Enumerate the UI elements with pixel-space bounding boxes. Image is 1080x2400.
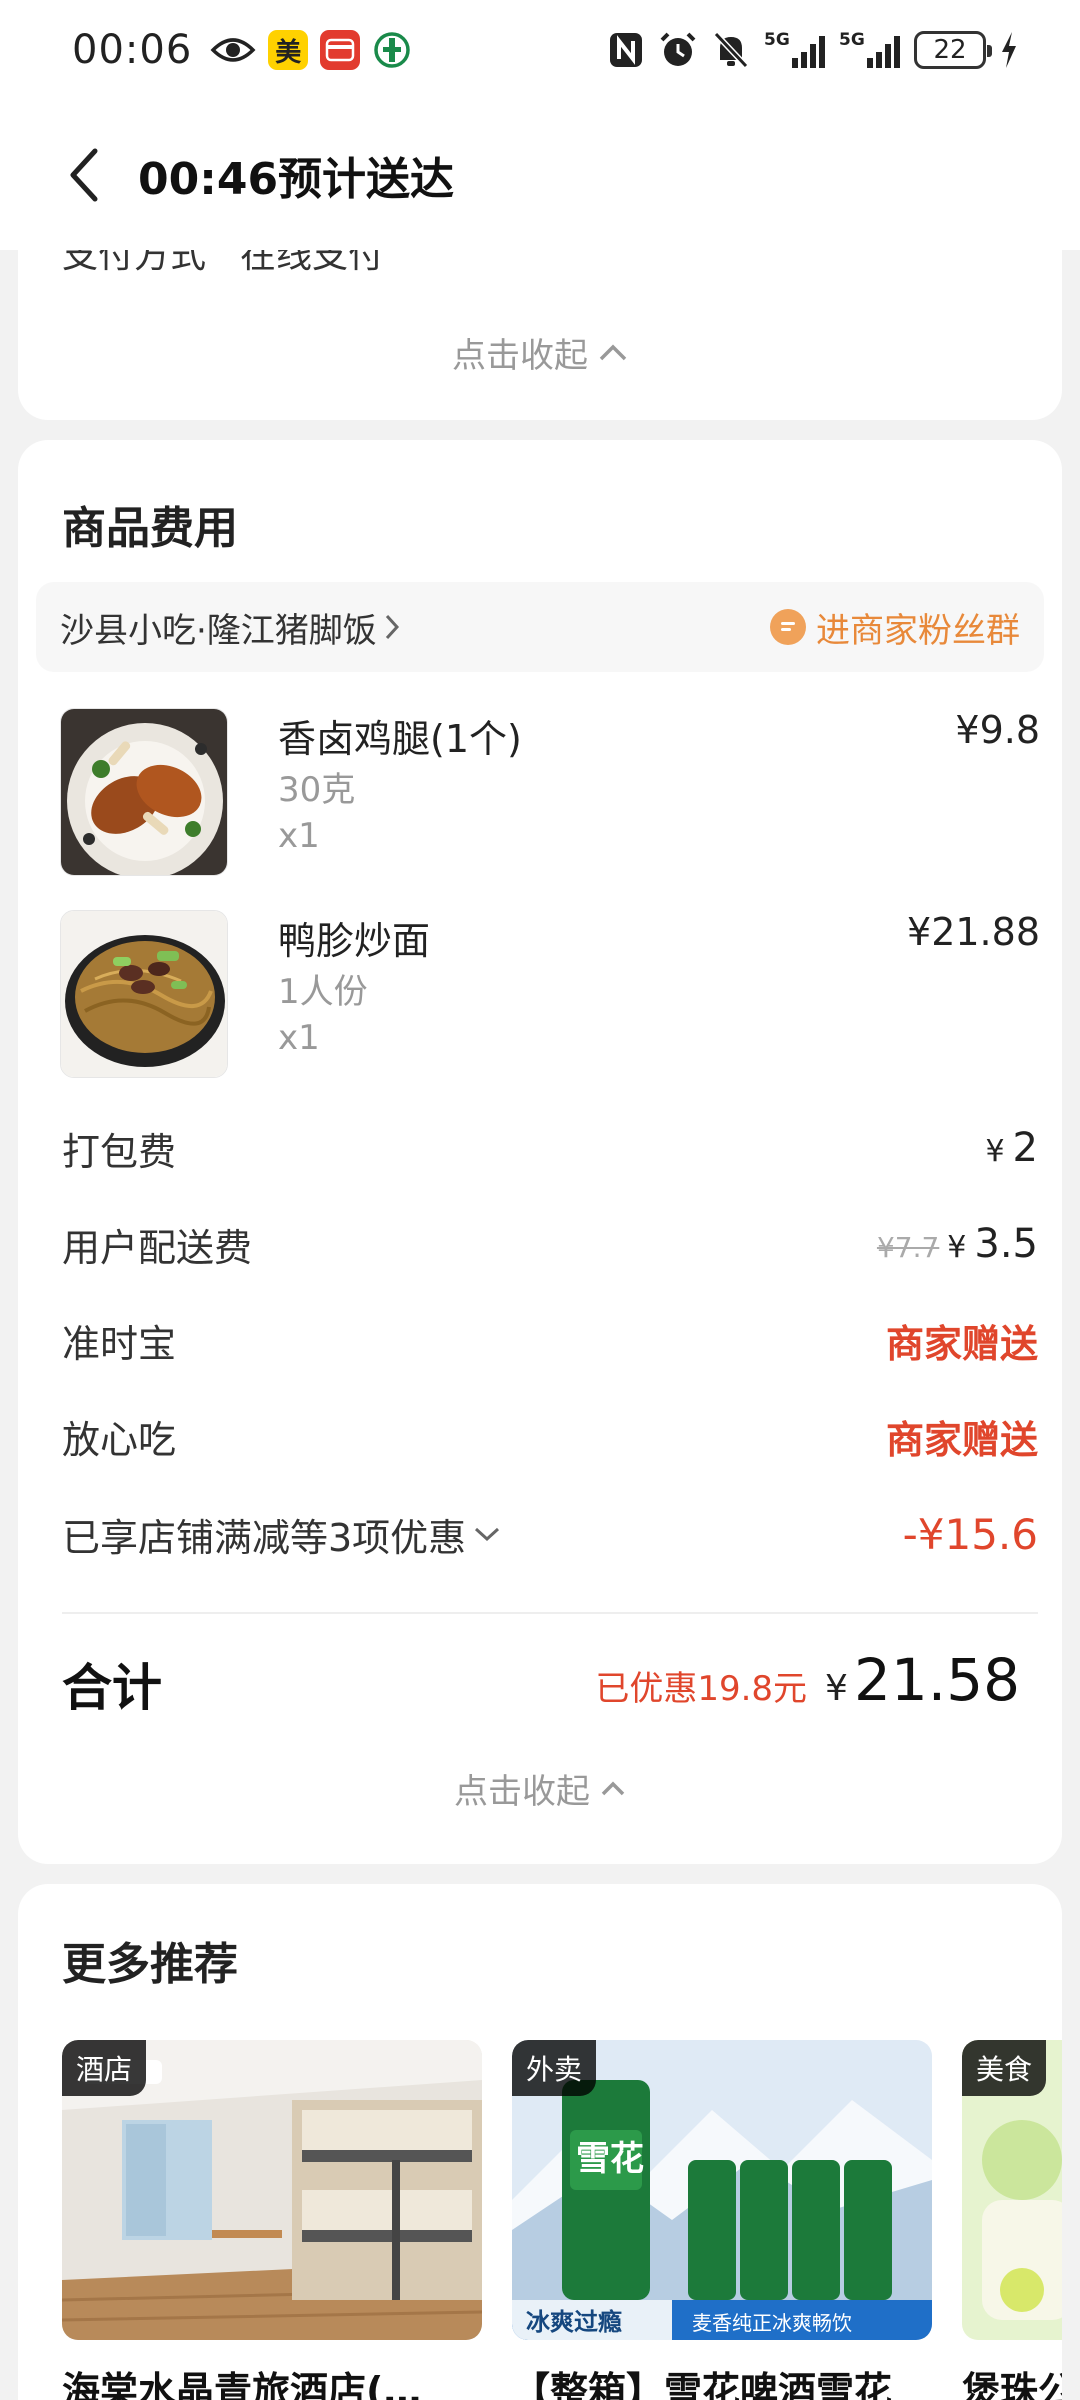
total-summary: 已优惠19.8元 ¥21.58 bbox=[595, 1646, 1020, 1714]
item-name: 鸭胗炒面 bbox=[278, 919, 431, 963]
meituan-app-icon: 美 bbox=[268, 30, 309, 70]
recommend-list[interactable]: 酒店 海棠水晶青旅酒店(… 外卖 冰爽过瘾 麦香纯正冰爽畅饮 雪花 【整箱】雪花… bbox=[62, 2040, 1062, 2400]
beer-product-image: 外卖 冰爽过瘾 麦香纯正冰爽畅饮 雪花 bbox=[512, 2040, 932, 2340]
category-tag: 美食 bbox=[962, 2040, 1047, 2096]
fee-section-title: 商品费用 bbox=[62, 503, 238, 554]
chevron-up-icon bbox=[601, 1781, 625, 1795]
recommend-card: 更多推荐 酒店 海棠水晶青旅酒店(… 外卖 冰爽过瘾 麦香纯正冰爽畅饮 雪花 【… bbox=[18, 1884, 1062, 2400]
ontime-value: 商家赠送 bbox=[885, 1321, 1038, 1366]
order-item[interactable]: 鸭胗炒面 1人份 x1 ¥21.88 bbox=[60, 910, 1040, 1080]
recommend-item[interactable]: 酒店 海棠水晶青旅酒店(… bbox=[62, 2040, 482, 2400]
shop-name: 沙县小吃·隆江猪脚饭 bbox=[60, 610, 377, 651]
eye-icon bbox=[210, 34, 256, 66]
hostel-room-image: 酒店 bbox=[62, 2040, 482, 2340]
bank-app-icon bbox=[372, 30, 412, 70]
safe-eat-value: 商家赠送 bbox=[885, 1417, 1038, 1462]
page-title: 00:46预计送达 bbox=[138, 154, 455, 205]
delivery-fee-row: 用户配送费 ¥7.7 ¥3.5 bbox=[62, 1214, 1038, 1274]
item-price: ¥21.88 bbox=[907, 910, 1040, 954]
total-amount: ¥21.58 bbox=[825, 1646, 1020, 1714]
ontime-row: 准时宝 商家赠送 bbox=[62, 1310, 1038, 1370]
shop-bar: 沙县小吃·隆江猪脚饭 进商家粉丝群 bbox=[36, 582, 1044, 672]
order-item[interactable]: 香卤鸡腿(1个) 30克 x1 ¥9.8 bbox=[60, 708, 1040, 878]
item-spec: 30克 bbox=[278, 770, 356, 810]
alarm-icon bbox=[658, 30, 698, 70]
chicken-leg-image bbox=[60, 708, 228, 876]
ontime-label: 准时宝 bbox=[62, 1321, 177, 1366]
beer-banner-right-text: 麦香纯正冰爽畅饮 bbox=[692, 2312, 852, 2335]
fee-card: 商品费用 沙县小吃·隆江猪脚饭 进商家粉丝群 香卤鸡腿(1个) 30克 x1 ¥… bbox=[18, 440, 1062, 1864]
status-system-icons: 5G 5G 22 bbox=[608, 30, 1018, 70]
safe-eat-label: 放心吃 bbox=[62, 1417, 177, 1462]
status-notification-icons: 美 bbox=[210, 30, 412, 70]
recommend-title: 更多推荐 bbox=[62, 1939, 238, 1990]
chat-icon bbox=[770, 609, 806, 645]
chevron-left-icon bbox=[70, 148, 98, 202]
fried-noodles-image bbox=[60, 910, 228, 1078]
item-name: 香卤鸡腿(1个) bbox=[278, 717, 522, 761]
chevron-down-icon bbox=[475, 1527, 500, 1542]
item-spec: 1人份 bbox=[278, 972, 368, 1012]
delivery-original-price: ¥7.7 bbox=[876, 1231, 940, 1264]
mute-bell-icon bbox=[712, 30, 750, 70]
item-qty: x1 bbox=[278, 816, 320, 856]
category-tag: 酒店 bbox=[62, 2040, 147, 2096]
fan-group-button[interactable]: 进商家粉丝群 bbox=[770, 603, 1020, 652]
status-bar: 00:06 美 5G 5G 22 bbox=[0, 0, 1080, 100]
promo-value: -¥15.6 bbox=[902, 1509, 1038, 1559]
item-qty: x1 bbox=[278, 1018, 320, 1058]
back-button[interactable] bbox=[58, 140, 108, 210]
chevron-up-icon bbox=[599, 344, 627, 360]
beer-can-text: 雪花 bbox=[576, 2140, 644, 2178]
charging-icon bbox=[1000, 32, 1018, 68]
recommend-item[interactable]: 外卖 冰爽过瘾 麦香纯正冰爽畅饮 雪花 【整箱】雪花啤酒雪花 bbox=[512, 2040, 932, 2400]
collapse-order-info-button[interactable]: 点击收起 bbox=[18, 328, 1062, 377]
packing-fee-row: 打包费 ¥2 bbox=[62, 1118, 1038, 1178]
recommend-item-title: 【整箱】雪花啤酒雪花 bbox=[512, 2369, 893, 2400]
signal-5g-2-icon: 5G bbox=[839, 30, 900, 68]
category-tag: 外卖 bbox=[512, 2040, 597, 2096]
food-promo-image: 美食 bbox=[962, 2040, 1062, 2340]
battery-icon: 22 bbox=[914, 31, 992, 69]
total-label: 合计 bbox=[62, 1659, 162, 1717]
delivery-fee-value: ¥7.7 ¥3.5 bbox=[876, 1221, 1038, 1267]
collapse-label: 点击收起 bbox=[454, 1772, 590, 1812]
promo-label: 已享店铺满减等3项优惠 bbox=[62, 1515, 467, 1560]
collapse-label: 点击收起 bbox=[452, 336, 588, 376]
recommend-item-title: 海棠水晶青旅酒店(… bbox=[62, 2369, 422, 2400]
delivery-fee-label: 用户配送费 bbox=[62, 1225, 253, 1270]
safe-eat-row: 放心吃 商家赠送 bbox=[62, 1406, 1038, 1466]
saved-amount: 已优惠19.8元 bbox=[595, 1669, 808, 1709]
divider bbox=[62, 1612, 1038, 1614]
status-time: 00:06 bbox=[72, 27, 193, 73]
yipay-app-icon bbox=[320, 30, 361, 70]
packing-fee-value: ¥2 bbox=[985, 1125, 1038, 1171]
signal-5g-1-icon: 5G bbox=[764, 30, 825, 68]
promo-row[interactable]: 已享店铺满减等3项优惠 -¥15.6 bbox=[62, 1504, 1038, 1564]
recommend-item-title: 煲珠公 bbox=[962, 2369, 1062, 2400]
page-header: 00:46预计送达 bbox=[0, 100, 1080, 250]
beer-banner-left-text: 冰爽过瘾 bbox=[526, 2308, 622, 2336]
chevron-right-icon bbox=[385, 614, 399, 640]
item-price: ¥9.8 bbox=[955, 708, 1040, 752]
collapse-fee-button[interactable]: 点击收起 bbox=[18, 1764, 1062, 1813]
fan-group-label: 进商家粉丝群 bbox=[816, 610, 1020, 651]
shop-link[interactable]: 沙县小吃·隆江猪脚饭 bbox=[60, 603, 401, 652]
nfc-icon bbox=[608, 31, 644, 69]
recommend-item[interactable]: 美食 煲珠公 bbox=[962, 2040, 1062, 2400]
packing-fee-label: 打包费 bbox=[62, 1129, 177, 1174]
